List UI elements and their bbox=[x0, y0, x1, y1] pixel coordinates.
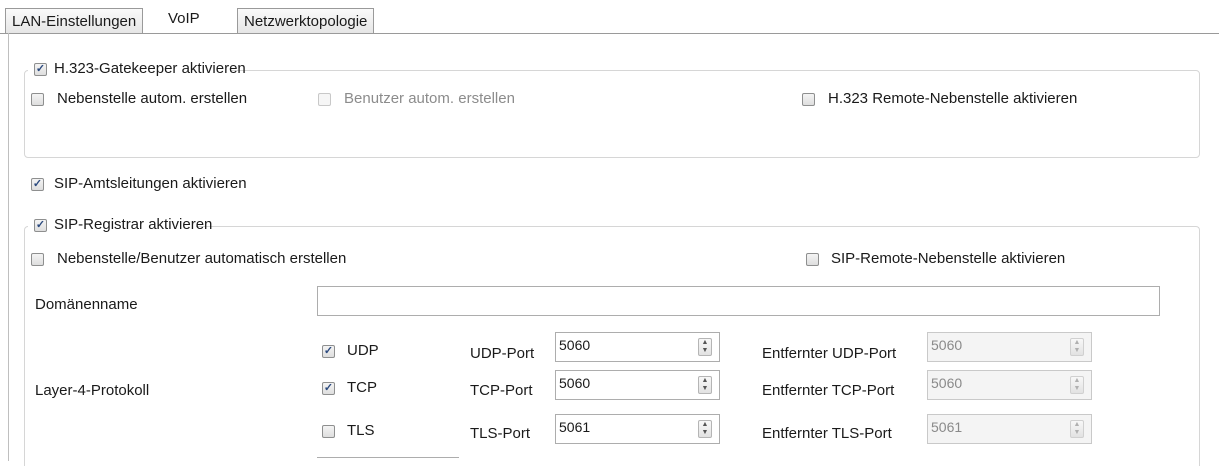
checkmark-icon: ✓ bbox=[323, 345, 334, 357]
sip-remote-extension-label: SIP-Remote-Nebenstelle aktivieren bbox=[831, 250, 1066, 267]
remote-tcp-port-label: Entfernter TCP-Port bbox=[762, 382, 895, 399]
sip-auto-create-checkbox[interactable] bbox=[31, 253, 44, 266]
h323-gatekeeper-checkbox[interactable]: ✓ bbox=[34, 63, 47, 76]
sip-remote-extension-checkbox[interactable] bbox=[806, 253, 819, 266]
tab-lan-einstellungen[interactable]: LAN-Einstellungen bbox=[5, 8, 144, 34]
remote-tls-port-value: 5061 bbox=[931, 419, 963, 435]
tls-port-label: TLS-Port bbox=[470, 425, 531, 442]
tab-label: LAN-Einstellungen bbox=[12, 13, 137, 30]
udp-port-value: 5060 bbox=[559, 337, 591, 353]
remote-tcp-port-value: 5060 bbox=[931, 375, 963, 391]
tcp-port-label: TCP-Port bbox=[470, 382, 533, 399]
h323-auto-extension-checkbox[interactable] bbox=[31, 93, 44, 106]
tab-netzwerktopologie[interactable]: Netzwerktopologie bbox=[237, 8, 375, 34]
sip-trunks-checkbox[interactable]: ✓ bbox=[31, 178, 44, 191]
checkmark-icon: ✓ bbox=[35, 63, 46, 75]
h323-auto-extension-label: Nebenstelle autom. erstellen bbox=[57, 90, 248, 107]
h323-legend: ✓ H.323-Gatekeeper aktivieren bbox=[28, 60, 246, 78]
spin-arrows-icon: ▲ ▼ bbox=[1070, 376, 1084, 394]
h323-gatekeeper-label: H.323-Gatekeeper aktivieren bbox=[54, 60, 246, 77]
h323-group bbox=[24, 70, 1200, 158]
sip-registrar-checkbox[interactable]: ✓ bbox=[34, 219, 47, 232]
spin-arrows-icon[interactable]: ▲ ▼ bbox=[698, 338, 712, 356]
sip-registrar-label: SIP-Registrar aktivieren bbox=[54, 216, 213, 233]
tls-port-value: 5061 bbox=[559, 419, 591, 435]
spin-arrows-icon[interactable]: ▲ ▼ bbox=[698, 420, 712, 438]
h323-auto-user-label: Benutzer autom. erstellen bbox=[344, 90, 515, 107]
sip-registrar-legend: ✓ SIP-Registrar aktivieren bbox=[28, 216, 212, 234]
tab-label: VoIP bbox=[168, 10, 200, 27]
h323-remote-extension-label: H.323 Remote-Nebenstelle aktivieren bbox=[828, 90, 1078, 107]
sip-trunks-label: SIP-Amtsleitungen aktivieren bbox=[54, 175, 247, 192]
spin-arrows-icon[interactable]: ▲ ▼ bbox=[698, 376, 712, 394]
tcp-checkbox[interactable]: ✓ bbox=[322, 382, 335, 395]
checkmark-icon: ✓ bbox=[323, 382, 334, 394]
tcp-port-value: 5060 bbox=[559, 375, 591, 391]
remote-tcp-port-spinbox: 5060 ▲ ▼ bbox=[927, 370, 1092, 400]
remote-tls-port-spinbox: 5061 ▲ ▼ bbox=[927, 414, 1092, 444]
panel-border bbox=[8, 33, 9, 461]
cutoff-field-edge bbox=[317, 457, 459, 458]
checkmark-icon: ✓ bbox=[35, 219, 46, 231]
udp-label: UDP bbox=[347, 342, 379, 359]
spin-arrows-icon: ▲ ▼ bbox=[1070, 420, 1084, 438]
udp-port-spinbox[interactable]: 5060 ▲ ▼ bbox=[555, 332, 720, 362]
layer4-protocol-label: Layer-4-Protokoll bbox=[35, 382, 150, 399]
domain-name-label: Domänenname bbox=[35, 296, 138, 313]
tcp-label: TCP bbox=[347, 379, 377, 396]
remote-udp-port-value: 5060 bbox=[931, 337, 963, 353]
domain-name-input[interactable] bbox=[317, 286, 1160, 316]
tls-label: TLS bbox=[347, 422, 375, 439]
remote-tls-port-label: Entfernter TLS-Port bbox=[762, 425, 892, 442]
tab-divider bbox=[0, 33, 1219, 34]
tcp-port-spinbox[interactable]: 5060 ▲ ▼ bbox=[555, 370, 720, 400]
h323-remote-extension-checkbox[interactable] bbox=[802, 93, 815, 106]
checkmark-icon: ✓ bbox=[32, 178, 43, 190]
tls-port-spinbox[interactable]: 5061 ▲ ▼ bbox=[555, 414, 720, 444]
udp-port-label: UDP-Port bbox=[470, 345, 535, 362]
tab-label: Netzwerktopologie bbox=[244, 13, 368, 30]
remote-udp-port-spinbox: 5060 ▲ ▼ bbox=[927, 332, 1092, 362]
spin-arrows-icon: ▲ ▼ bbox=[1070, 338, 1084, 356]
sip-auto-create-label: Nebenstelle/Benutzer automatisch erstell… bbox=[57, 250, 347, 267]
udp-checkbox[interactable]: ✓ bbox=[322, 345, 335, 358]
tab-voip[interactable]: VoIP bbox=[162, 6, 206, 34]
remote-udp-port-label: Entfernter UDP-Port bbox=[762, 345, 897, 362]
tls-checkbox[interactable] bbox=[322, 425, 335, 438]
h323-auto-user-checkbox bbox=[318, 93, 331, 106]
